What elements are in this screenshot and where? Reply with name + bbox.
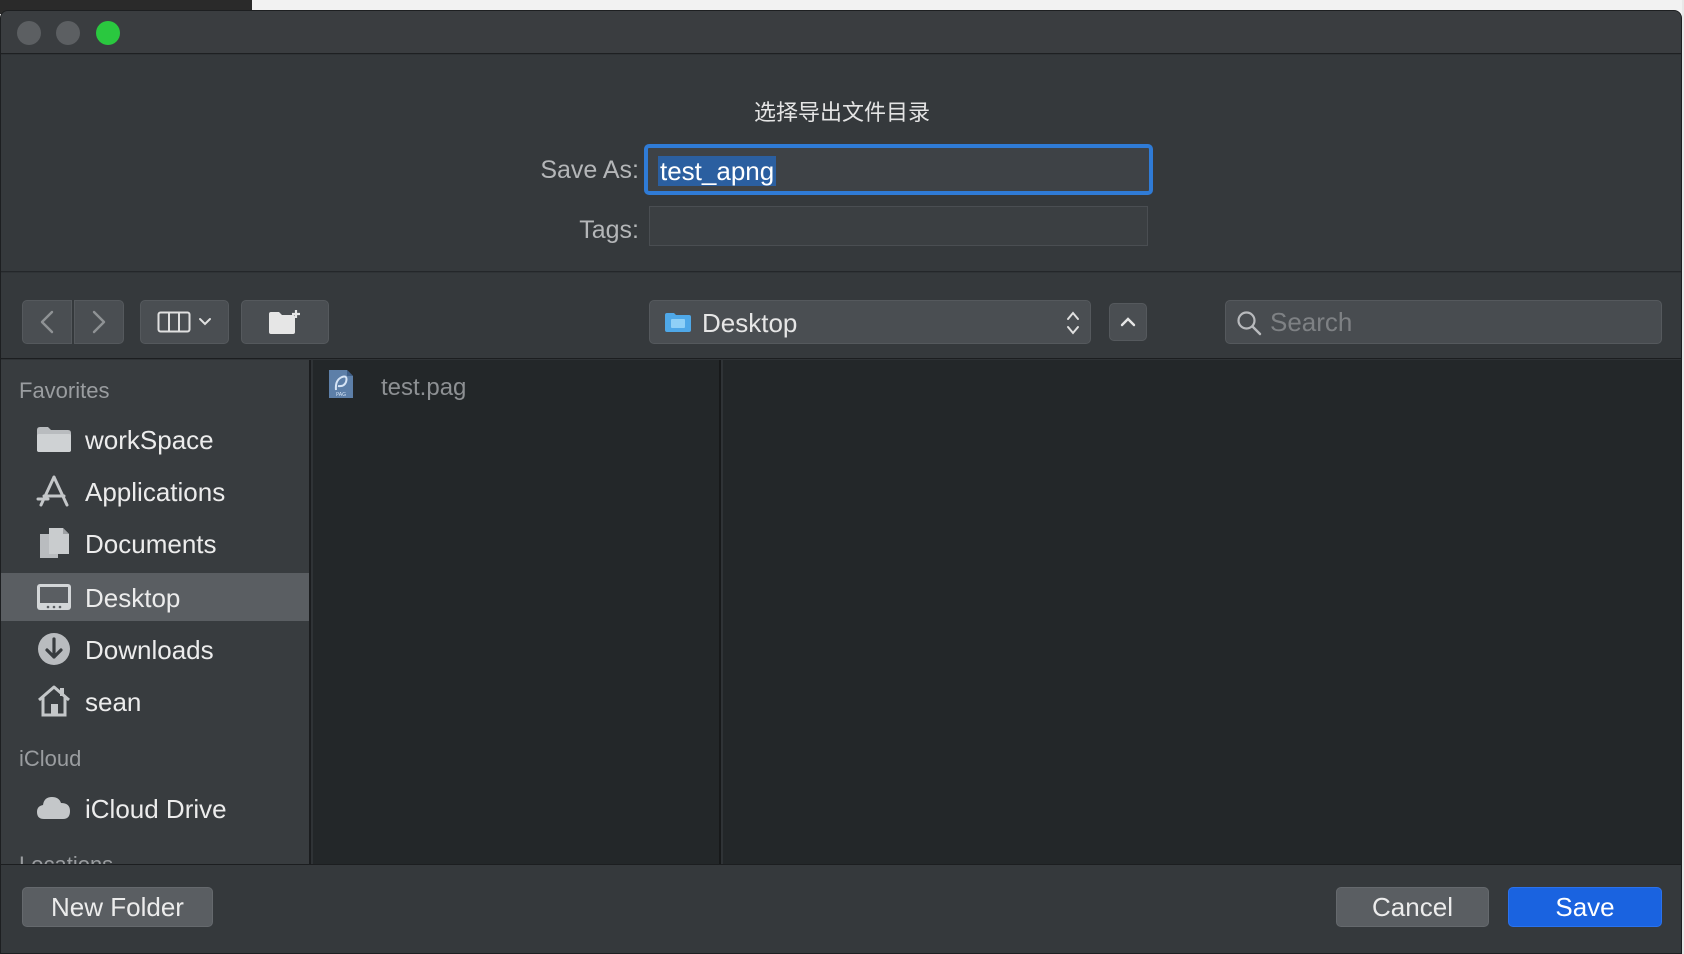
desktop-folder-icon	[665, 313, 691, 332]
dialog-footer: New Folder Cancel Save	[1, 864, 1681, 953]
browser-toolbar: Desktop	[1, 273, 1681, 359]
home-icon	[38, 685, 70, 717]
sidebar-section-locations: Locations	[19, 852, 113, 864]
search-icon	[1237, 311, 1262, 336]
forward-button[interactable]	[74, 300, 124, 344]
sidebar-item-applications[interactable]: Applications	[1, 467, 309, 515]
desktop-icon	[37, 584, 71, 610]
sidebar-item-icloud-drive[interactable]: iCloud Drive	[1, 784, 309, 832]
sidebar-item-downloads[interactable]: Downloads	[1, 625, 309, 673]
titlebar	[1, 11, 1681, 54]
sidebar-item-workspace[interactable]: workSpace	[1, 415, 309, 463]
sidebar-item-label: Applications	[85, 477, 226, 507]
sidebar-item-label: sean	[85, 687, 142, 717]
cancel-button[interactable]: Cancel	[1336, 887, 1489, 927]
new-folder-toolbar-button[interactable]	[241, 300, 329, 344]
sidebar: Favorites workSpace Applications Documen…	[1, 360, 311, 864]
dialog-title: 选择导出文件目录	[753, 101, 930, 126]
save-as-label: Save As:	[540, 156, 639, 184]
save-as-input[interactable]: test_apng	[644, 144, 1153, 195]
chevron-left-icon	[40, 310, 54, 334]
sidebar-item-documents[interactable]: Documents	[1, 519, 309, 567]
sidebar-item-label: Downloads	[85, 635, 214, 665]
chevron-right-icon	[92, 310, 106, 334]
view-mode-button[interactable]	[140, 300, 229, 344]
zoom-window-button[interactable]	[96, 21, 120, 45]
new-folder-button[interactable]: New Folder	[22, 887, 213, 927]
back-button[interactable]	[22, 300, 72, 344]
file-browser-column: PAG test.pag	[313, 360, 721, 864]
sidebar-section-icloud: iCloud	[19, 746, 82, 771]
sidebar-item-label: iCloud Drive	[85, 794, 227, 824]
sidebar-item-desktop[interactable]: Desktop	[1, 573, 309, 621]
minimize-window-button[interactable]	[56, 21, 80, 45]
save-as-value[interactable]: test_apng	[658, 156, 777, 186]
up-down-arrows-icon	[1067, 311, 1079, 335]
save-dialog-window: 选择导出文件目录 Save As: test_apng Tags: Deskto…	[0, 10, 1682, 954]
search-box[interactable]	[1225, 300, 1662, 344]
close-window-button[interactable]	[17, 21, 41, 45]
location-label: Desktop	[702, 308, 798, 338]
sidebar-section-favorites: Favorites	[19, 378, 110, 403]
columns-view-icon	[157, 311, 190, 333]
file-browser-empty-column	[723, 360, 1681, 864]
applications-icon	[36, 475, 69, 507]
folder-icon	[37, 427, 71, 452]
tags-input[interactable]	[649, 206, 1148, 246]
sidebar-item-label: Desktop	[85, 583, 181, 613]
sidebar-item-sean[interactable]: sean	[1, 677, 309, 725]
pag-file-icon: PAG	[329, 370, 353, 398]
downloads-icon	[38, 633, 70, 665]
chevron-down-icon	[198, 318, 211, 326]
cloud-icon	[37, 797, 70, 819]
expand-collapse-button[interactable]	[1109, 303, 1147, 341]
chevron-up-icon	[1120, 317, 1136, 327]
svg-text:PAG: PAG	[336, 392, 346, 398]
tags-label: Tags:	[579, 216, 639, 244]
save-button[interactable]: Save	[1508, 887, 1662, 927]
sidebar-item-label: workSpace	[85, 425, 214, 455]
file-name: test.pag	[381, 374, 467, 401]
save-header: 选择导出文件目录 Save As: test_apng Tags:	[1, 55, 1681, 272]
location-popup[interactable]: Desktop	[649, 300, 1091, 344]
search-input[interactable]	[1270, 301, 1650, 343]
sidebar-item-label: Documents	[85, 529, 217, 559]
new-folder-icon	[269, 310, 300, 334]
documents-icon	[40, 528, 69, 558]
